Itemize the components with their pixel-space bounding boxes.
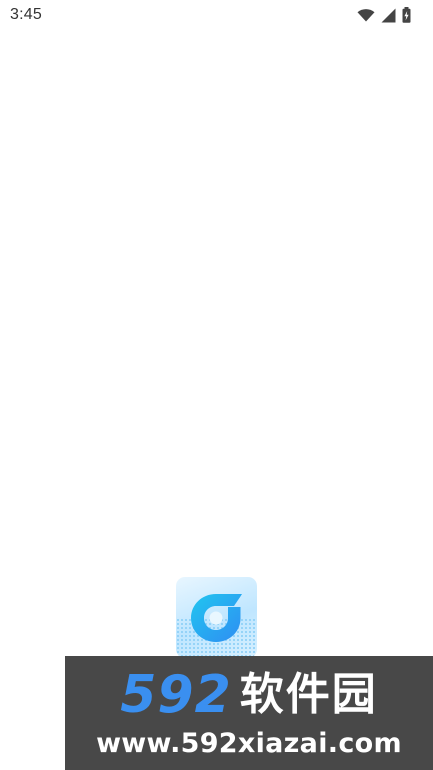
watermark-url: www.592xiazai.com (96, 728, 402, 759)
watermark-brand: 592 软件园 (65, 666, 433, 724)
splash-screen (0, 0, 433, 770)
watermark-brand-number: 592 (120, 665, 232, 725)
logo-mark (191, 594, 242, 642)
watermark-brand-text: 软件园 (239, 669, 378, 720)
watermark-banner: 592 软件园 www.592xiazai.com (65, 656, 433, 770)
app-logo-icon (176, 577, 257, 658)
